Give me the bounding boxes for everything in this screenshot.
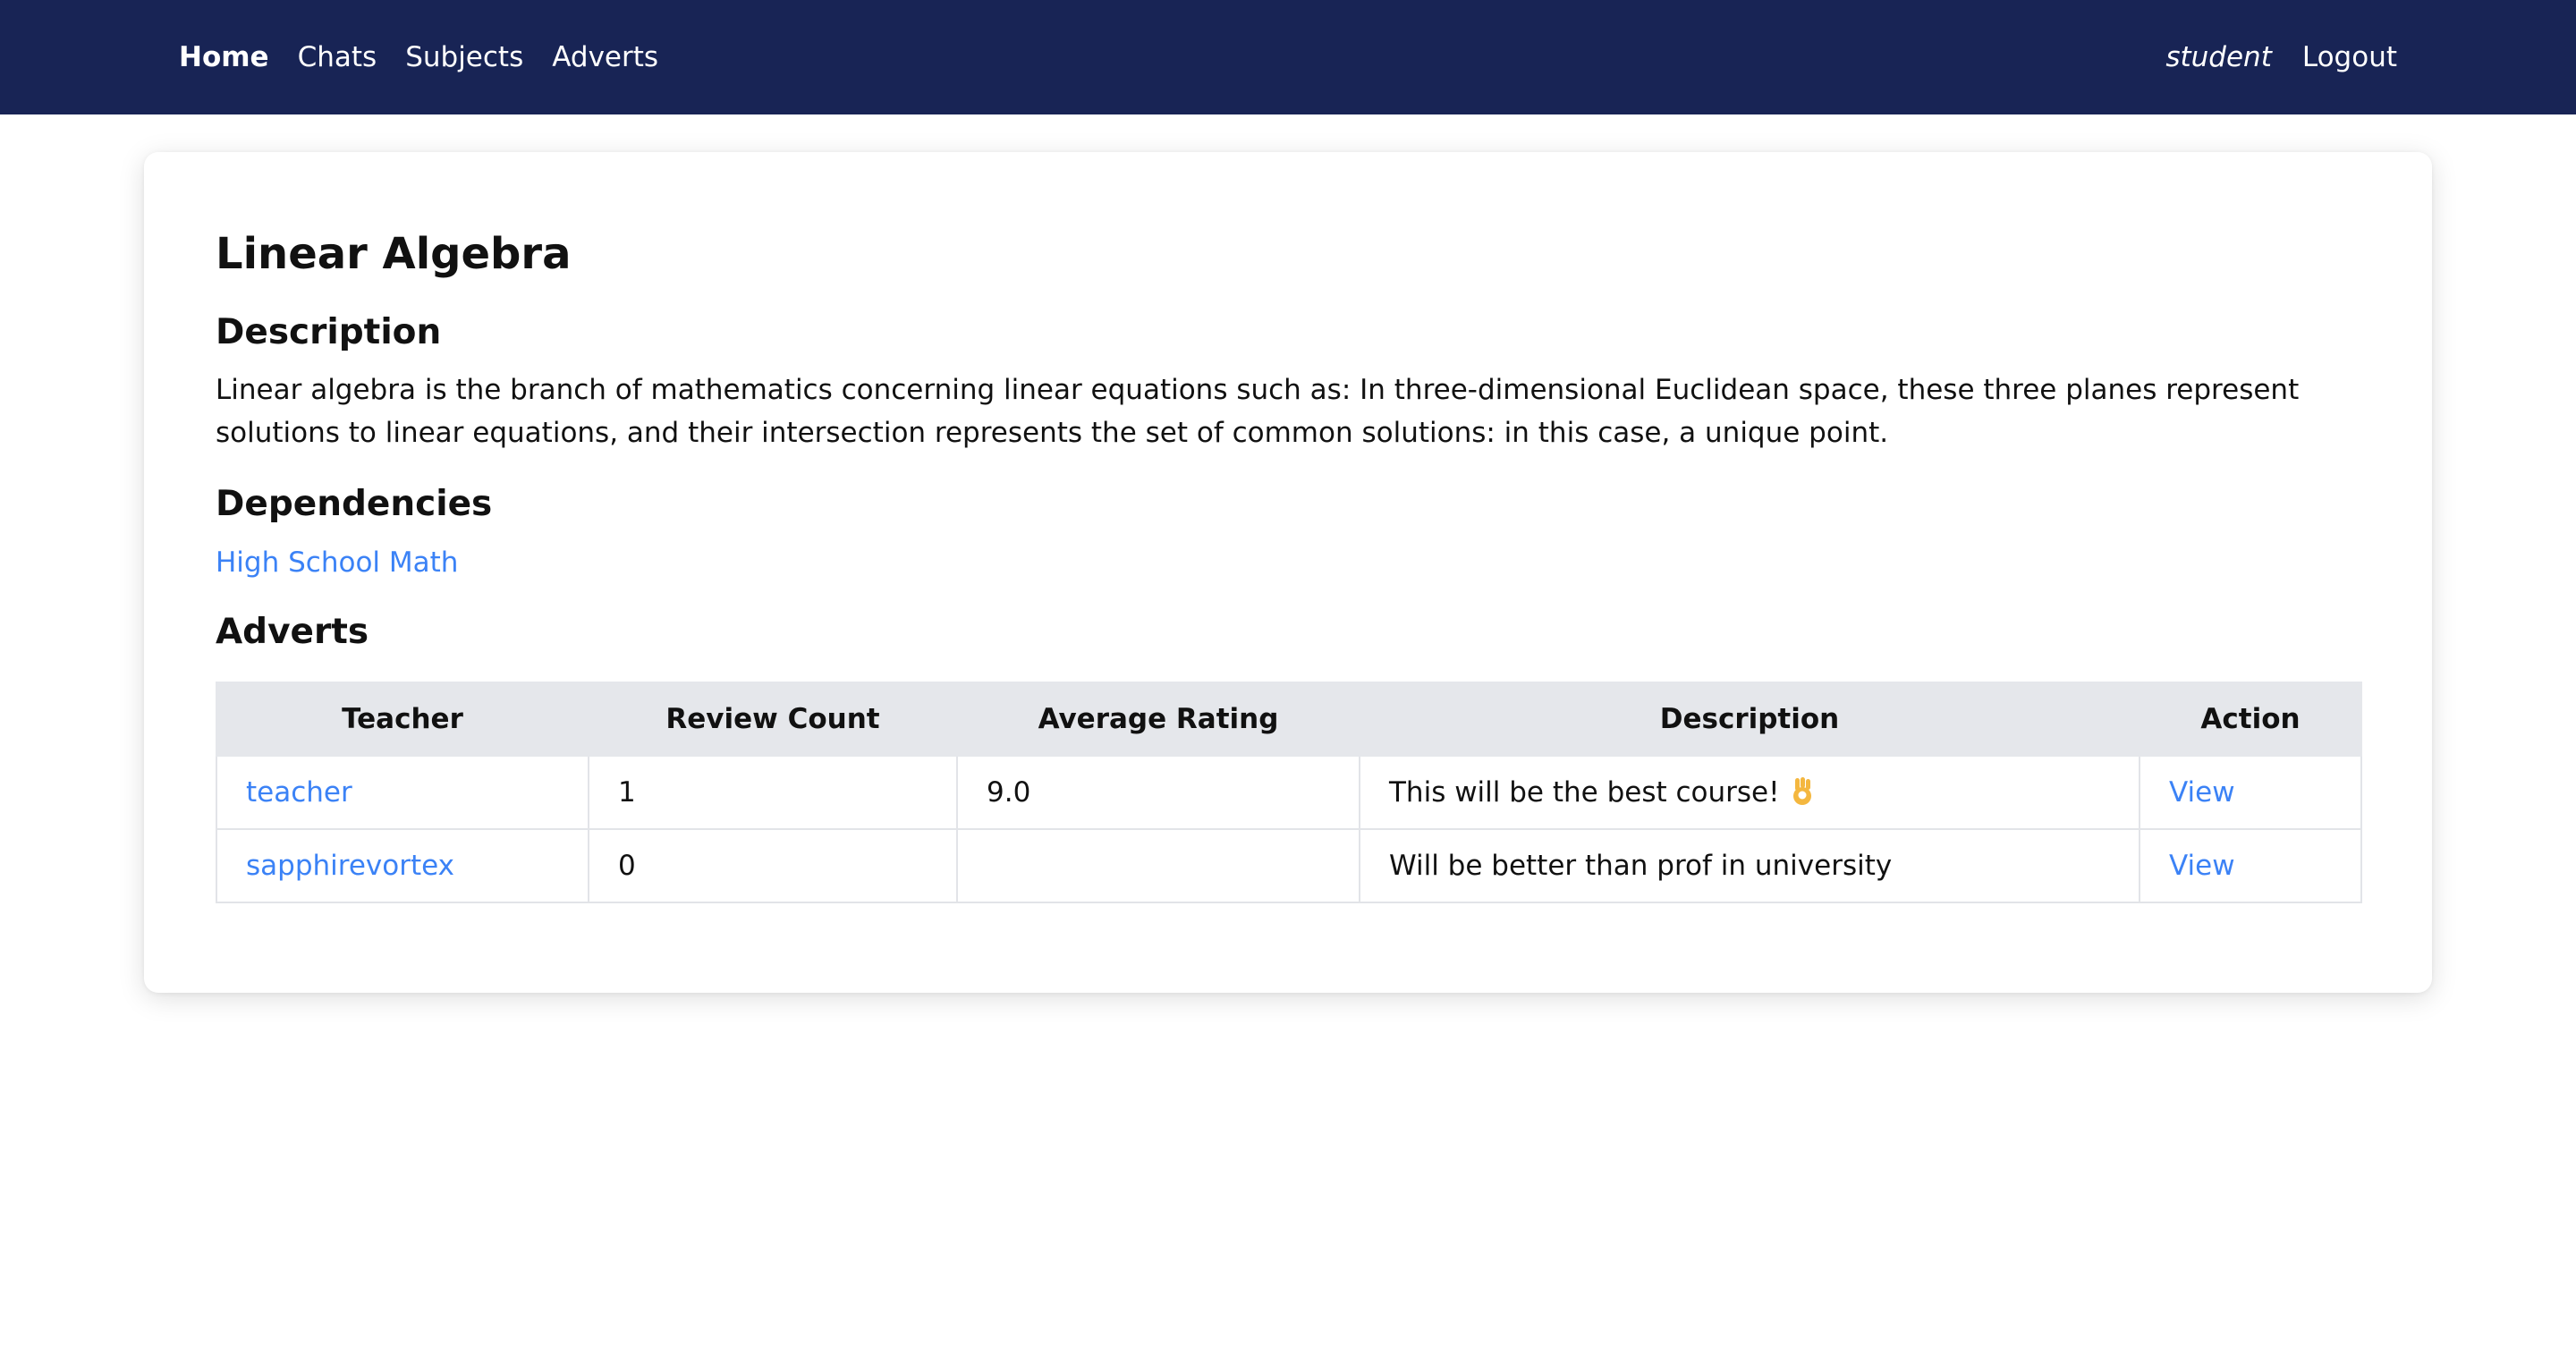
column-header-review-count: Review Count [588,681,958,757]
nav-links: Home Chats Subjects Adverts [179,0,687,114]
subject-card: Linear Algebra Description Linear algebr… [144,152,2432,993]
average-rating-cell: 9.0 [956,754,1360,830]
nav-user-area: student Logout [2165,0,2397,114]
dependency-link[interactable]: High School Math [216,541,458,584]
teacher-cell: sapphirevortex [216,827,589,903]
view-advert-link[interactable]: View [2169,776,2235,809]
column-header-description: Description [1359,681,2140,757]
description-heading: Description [216,311,442,352]
average-rating-cell [956,827,1360,903]
teacher-cell: teacher [216,754,589,830]
adverts-heading: Adverts [216,612,369,653]
top-navbar: Home Chats Subjects Adverts student Logo… [0,0,2576,114]
view-advert-link[interactable]: View [2169,850,2235,882]
logout-link[interactable]: Logout [2302,41,2397,73]
advert-description-text: This will be the best course! [1389,775,1780,809]
table-row: teacher 1 9.0 This will be the best cour… [216,754,2362,830]
teacher-link[interactable]: teacher [246,776,352,809]
ok-hand-emoji-icon [1791,776,1814,807]
review-count-cell: 0 [588,827,958,903]
nav-home-link[interactable]: Home [179,41,269,73]
advert-description-text: Will be better than prof in university [1389,849,1893,882]
action-cell: View [2139,827,2362,903]
column-header-average-rating: Average Rating [956,681,1360,757]
column-header-action: Action [2139,681,2362,757]
review-count-cell: 1 [588,754,958,830]
current-username: student [2165,41,2272,73]
subject-title: Linear Algebra [216,229,572,279]
nav-adverts-link[interactable]: Adverts [552,41,658,73]
action-cell: View [2139,754,2362,830]
advert-description-cell: This will be the best course! [1359,754,2140,830]
dependencies-heading: Dependencies [216,484,493,525]
nav-chats-link[interactable]: Chats [298,41,377,73]
subject-card-content: Linear Algebra Description Linear algebr… [216,224,2362,903]
nav-subjects-link[interactable]: Subjects [405,41,523,73]
adverts-table: Teacher Review Count Average Rating Desc… [216,681,2362,903]
table-header-row: Teacher Review Count Average Rating Desc… [216,681,2362,757]
table-row: sapphirevortex 0 Will be better than pro… [216,827,2362,903]
column-header-teacher: Teacher [216,681,589,757]
teacher-link[interactable]: sapphirevortex [246,850,454,882]
subject-description: Linear algebra is the branch of mathemat… [216,374,2300,450]
advert-description-cell: Will be better than prof in university [1359,827,2140,903]
